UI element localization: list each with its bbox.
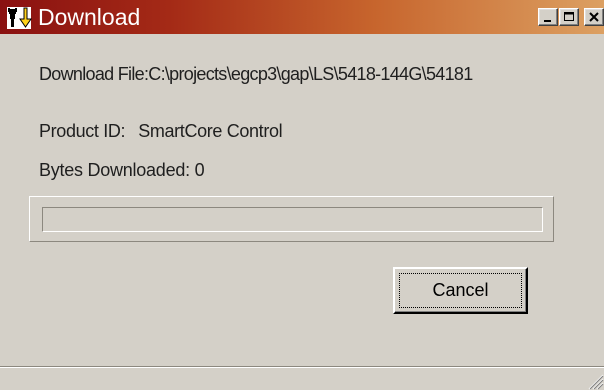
resize-grip-icon[interactable]	[582, 368, 604, 390]
bytes-downloaded-label: Bytes Downloaded:	[39, 160, 190, 180]
cancel-button-focus-ring: Cancel	[399, 273, 522, 308]
download-plug-icon	[7, 7, 32, 29]
download-file-label: Download File:	[39, 64, 149, 84]
download-progress-bar	[42, 207, 543, 232]
product-id-row: Product ID: SmartCore Control	[39, 120, 283, 142]
bytes-downloaded-value: 0	[194, 160, 205, 180]
maximize-button[interactable]	[559, 8, 579, 26]
minimize-icon	[544, 20, 551, 22]
download-file-row: Download File:C:\projects\egcp3\gap\LS\5…	[39, 63, 473, 85]
window-title: Download	[38, 4, 141, 30]
window-bottom-strip	[0, 366, 604, 390]
close-button[interactable]	[584, 8, 604, 26]
close-icon	[589, 12, 599, 22]
maximize-icon	[564, 12, 574, 21]
download-window: Download Download File:C:\projects\egcp3…	[0, 0, 604, 390]
download-file-path: C:\projects\egcp3\gap\LS\5418-144G\54181	[148, 64, 473, 84]
product-id-value: SmartCore Control	[138, 121, 283, 141]
cancel-button-label: Cancel	[432, 280, 489, 300]
title-bar[interactable]: Download	[0, 0, 604, 34]
product-id-label: Product ID:	[39, 121, 126, 141]
minimize-button[interactable]	[538, 8, 558, 26]
cancel-button[interactable]: Cancel	[393, 267, 528, 314]
bytes-downloaded-row: Bytes Downloaded: 0	[39, 159, 205, 181]
